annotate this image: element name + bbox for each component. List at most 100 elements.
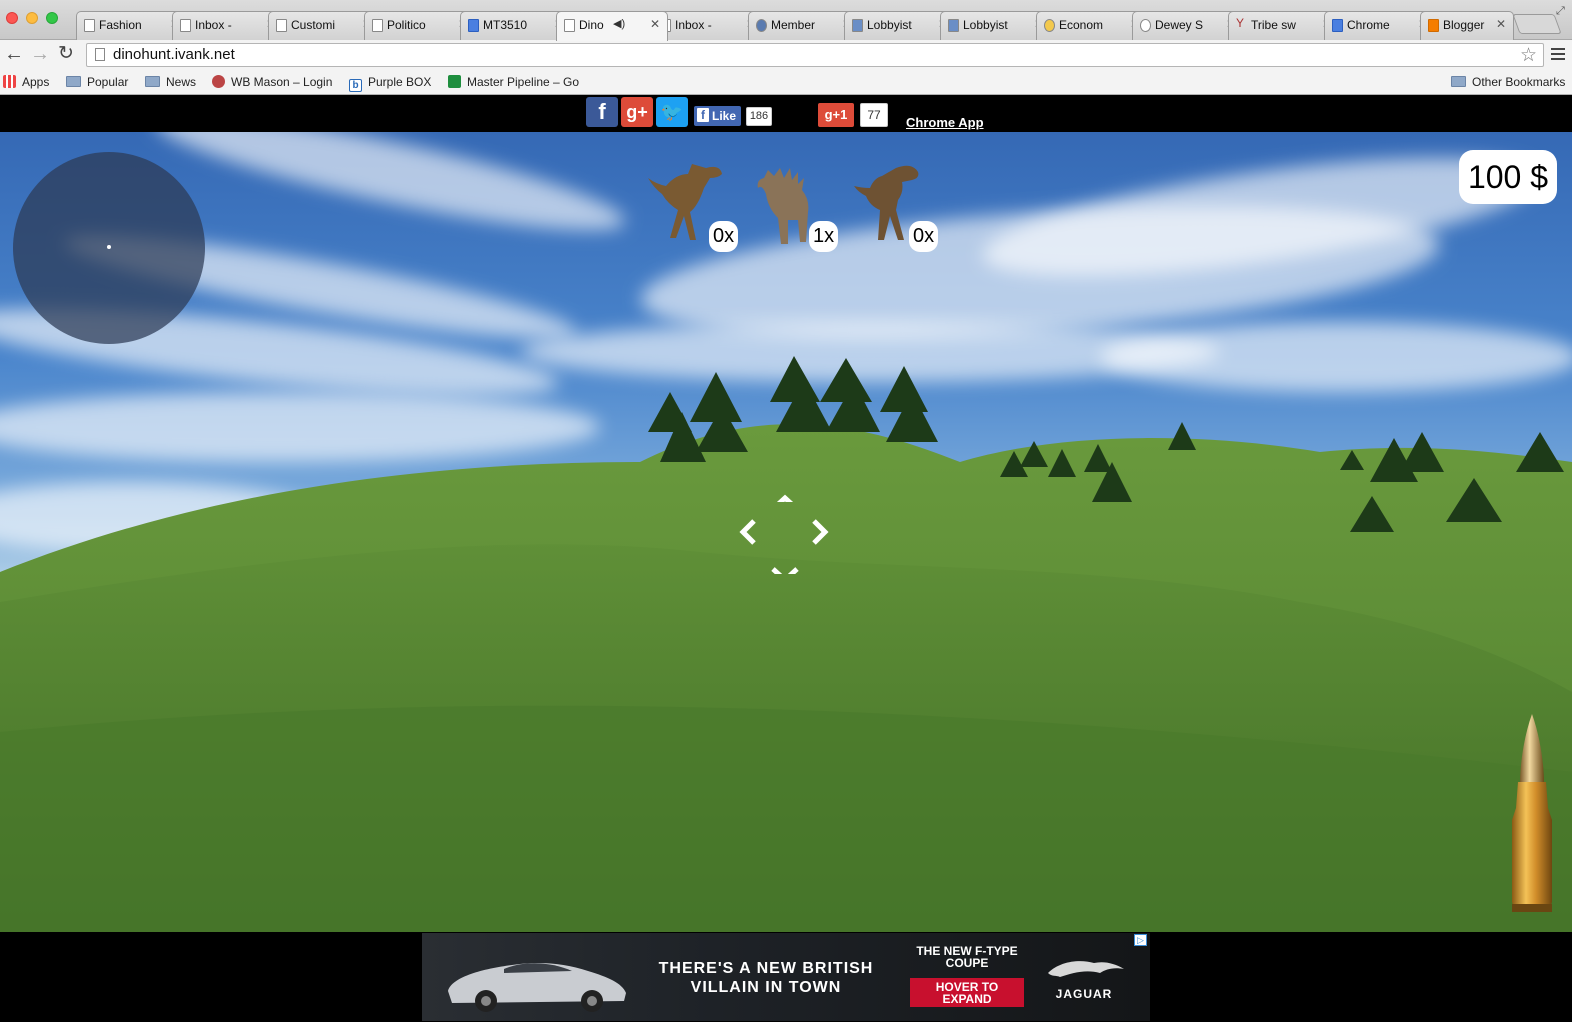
- gmail-icon: [180, 19, 191, 32]
- bookmark-wbmason[interactable]: WB Mason – Login: [212, 75, 332, 89]
- google-plusone-button[interactable]: g+1: [818, 103, 854, 127]
- tab-blogger[interactable]: Blogger ✕: [1420, 11, 1514, 40]
- bookmark-star-icon[interactable]: ☆: [1520, 44, 1537, 67]
- ad-tagline: THE NEW F-TYPE COUPE: [916, 944, 1018, 970]
- bookmark-label: Other Bookmarks: [1472, 75, 1566, 89]
- folder-icon: [1451, 76, 1466, 87]
- zoom-window-button[interactable]: [46, 12, 58, 24]
- tab-label: Econom: [1059, 18, 1104, 32]
- turn-left-arrow[interactable]: [738, 518, 758, 546]
- tab-label: Inbox -: [195, 18, 232, 32]
- stegosaurus-target: [752, 166, 852, 266]
- facebook-like-button[interactable]: Like: [694, 106, 741, 126]
- bookmark-label: News: [166, 75, 197, 89]
- browser-tab-strip: Fashion✕ Inbox -✕ Customi✕ Politico✕ MT3…: [0, 0, 1572, 41]
- tab-label: Blogger: [1443, 18, 1485, 32]
- googleplus-share-button[interactable]: g+: [621, 97, 653, 127]
- tab-dino[interactable]: Dino ◀) ✕: [556, 11, 668, 41]
- folder-icon: [66, 76, 81, 87]
- reload-icon[interactable]: ↻: [58, 44, 74, 64]
- close-tab-icon[interactable]: ✕: [1496, 17, 1506, 31]
- bookmark-label: Popular: [87, 75, 129, 89]
- game-viewport[interactable]: 0x 1x 0x 100 $: [0, 132, 1572, 932]
- page-icon: [564, 19, 575, 32]
- forward-icon[interactable]: →: [30, 44, 50, 64]
- ammo-bullet-icon[interactable]: [1508, 712, 1556, 914]
- bookmark-news[interactable]: News: [145, 75, 196, 89]
- velociraptor-kill-count: 0x: [709, 221, 739, 252]
- facebook-share-button[interactable]: f: [586, 97, 618, 127]
- tab-label: Dino: [579, 18, 604, 32]
- tab-label: Tribe sw: [1251, 18, 1296, 32]
- ad-brand: JAGUAR: [1055, 987, 1113, 1001]
- address-bar[interactable]: dinohunt.ivank.net ☆: [86, 43, 1544, 67]
- back-icon[interactable]: ←: [4, 44, 24, 64]
- bookmark-purplebox[interactable]: b Purple BOX: [349, 75, 431, 92]
- chrome-menu-icon[interactable]: [1551, 48, 1565, 60]
- chat-icon: [1332, 19, 1343, 32]
- bookmark-other[interactable]: Other Bookmarks: [1451, 75, 1565, 89]
- building-icon: [852, 19, 863, 32]
- minimize-window-button[interactable]: [26, 12, 38, 24]
- bookmark-apps[interactable]: Apps: [3, 75, 49, 89]
- audio-playing-icon: ◀): [613, 18, 626, 30]
- url-text: dinohunt.ivank.net: [113, 46, 235, 63]
- chrome-app-link[interactable]: Chrome App: [906, 115, 984, 130]
- ad-headline: THERE'S A NEW BRITISH VILLAIN IN TOWN: [658, 960, 874, 996]
- tab-label: MT3510: [483, 18, 528, 32]
- bookmarks-bar: Apps Popular News WB Mason – Login b Purp…: [0, 70, 1572, 95]
- building-icon: [948, 19, 959, 32]
- search-icon: [1140, 19, 1151, 32]
- jaguar-banner-ad[interactable]: THERE'S A NEW BRITISH VILLAIN IN TOWN TH…: [422, 933, 1150, 1021]
- like-count: 186: [746, 107, 772, 126]
- star-icon: [1044, 19, 1055, 32]
- money-display: 100 $: [1459, 150, 1557, 204]
- fullscreen-icon[interactable]: ⤢: [1556, 5, 1565, 18]
- move-up-arrow[interactable]: [770, 484, 800, 502]
- box-icon: b: [349, 79, 362, 92]
- social-share-bar: [0, 96, 1572, 132]
- docs-icon: [468, 19, 479, 32]
- bookmark-label: WB Mason – Login: [231, 75, 333, 89]
- player-marker: [107, 245, 111, 249]
- tab-label: Member: [771, 18, 816, 32]
- bookmark-label: Apps: [22, 75, 50, 89]
- adchoices-icon[interactable]: ▷: [1134, 934, 1147, 946]
- page-icon: [372, 19, 383, 32]
- page-icon: [95, 48, 105, 61]
- tab-label: Inbox -: [675, 18, 712, 32]
- blogger-icon: [1428, 19, 1439, 32]
- sheets-icon: [448, 75, 461, 88]
- jaguar-leaper-logo: [1048, 961, 1124, 977]
- tyrannosaurus-kill-count: 0x: [909, 221, 939, 252]
- folder-icon: [145, 76, 160, 87]
- tab-label: Customi: [291, 18, 336, 32]
- bookmark-pipeline[interactable]: Master Pipeline – Go: [448, 75, 579, 89]
- radar-minimap: [13, 152, 205, 344]
- plusone-count: 77: [860, 103, 888, 127]
- turn-right-arrow[interactable]: [810, 518, 830, 546]
- tab-label: Dewey S: [1155, 18, 1204, 32]
- twitter-share-button[interactable]: 🐦: [656, 97, 688, 127]
- page-icon: [84, 19, 95, 32]
- tab-label: Chrome: [1347, 18, 1390, 32]
- tab-label: Politico: [387, 18, 426, 32]
- wbmason-icon: [212, 75, 225, 88]
- like-label: Like: [712, 109, 737, 123]
- close-window-button[interactable]: [6, 12, 18, 24]
- bookmark-popular[interactable]: Popular: [66, 75, 128, 89]
- seal-icon: [756, 19, 767, 32]
- tab-label: Fashion: [99, 18, 142, 32]
- tab-label: Lobbyist: [867, 18, 912, 32]
- tribe-icon: Y: [1236, 16, 1245, 30]
- car-image: [448, 963, 626, 1012]
- stegosaurus-kill-count: 1x: [809, 221, 839, 252]
- move-down-arrow[interactable]: [770, 556, 800, 574]
- page-icon: [276, 19, 287, 32]
- ad-hover-cta[interactable]: HOVER TO EXPAND: [910, 978, 1024, 1007]
- new-tab-button[interactable]: [1512, 14, 1562, 34]
- bookmark-label: Purple BOX: [368, 75, 432, 89]
- bookmark-label: Master Pipeline – Go: [467, 75, 579, 89]
- close-tab-icon[interactable]: ✕: [650, 17, 660, 31]
- tab-label: Lobbyist: [963, 18, 1008, 32]
